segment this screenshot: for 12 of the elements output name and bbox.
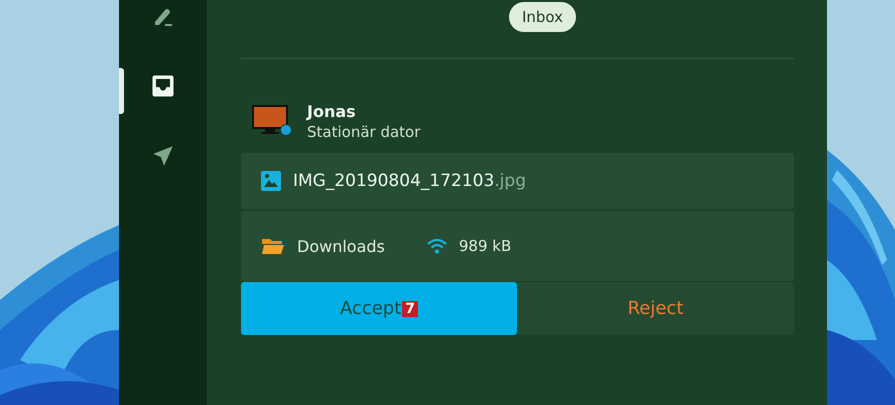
- inbox-chip[interactable]: Inbox: [508, 2, 576, 32]
- folder-name: Downloads: [297, 236, 385, 256]
- wifi-icon: [426, 238, 447, 254]
- folder-icon: [261, 236, 285, 256]
- device-type: Stationär dator: [307, 122, 420, 140]
- file-name: IMG_20190804_172103.jpg: [293, 171, 526, 191]
- sender-name: Jonas: [307, 102, 357, 120]
- file-size: 989 kB: [458, 237, 512, 255]
- image-icon: [261, 171, 281, 191]
- annotation-badge: 7: [402, 300, 418, 316]
- accept-button[interactable]: Accept 7: [241, 282, 517, 335]
- reject-button[interactable]: Reject: [517, 282, 794, 335]
